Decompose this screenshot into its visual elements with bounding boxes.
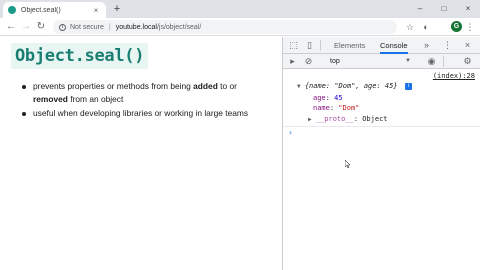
divider xyxy=(443,56,444,67)
maximize-button[interactable]: □ xyxy=(432,0,456,18)
tab-close-icon[interactable]: × xyxy=(91,6,101,15)
proto-key: __proto__ xyxy=(315,115,354,123)
prop-key: name xyxy=(313,104,330,112)
source-link[interactable]: (index):28 xyxy=(433,72,475,80)
context-select[interactable]: top ▼ xyxy=(327,56,413,67)
bullet-text: prevents properties or methods from bein… xyxy=(33,81,194,91)
tab-title: Object.seal() xyxy=(21,6,61,14)
proto-row[interactable]: ▶ __proto__: Object xyxy=(308,115,388,124)
menu-kebab-icon[interactable]: ⋮ xyxy=(463,20,477,34)
divider xyxy=(320,40,321,51)
url-host: youtube.local xyxy=(115,23,157,31)
devtools-tab-bar: ⬚ ▯ Elements Console » ⋮ × xyxy=(283,37,480,54)
collapsed-triangle-icon[interactable]: ▶ xyxy=(308,116,312,123)
object-summary: {name: "Dom", age: 45} xyxy=(304,82,398,90)
devtools-menu-icon[interactable]: ⋮ xyxy=(441,39,454,52)
tab-elements[interactable]: Elements xyxy=(334,37,365,54)
chevron-down-icon: ▼ xyxy=(405,58,411,64)
console-toolbar: ▸ ⊘ top ▼ ◉ ⚙ xyxy=(283,54,480,69)
prop-row-name: name: "Dom" xyxy=(313,104,359,113)
new-tab-button[interactable]: + xyxy=(111,3,123,15)
more-tabs-icon[interactable]: » xyxy=(424,37,429,54)
window-close-button[interactable]: × xyxy=(456,0,480,18)
proto-value: Object xyxy=(362,115,388,123)
bookmark-star-icon[interactable]: ☆ xyxy=(403,20,417,34)
sidebar-toggle-icon[interactable]: ▸ xyxy=(286,55,299,68)
extension-icon[interactable]: ◐ xyxy=(419,20,433,34)
live-expression-eye-icon[interactable]: ◉ xyxy=(425,55,438,68)
profile-avatar[interactable]: G xyxy=(451,21,462,32)
back-button[interactable]: ← xyxy=(4,20,18,34)
tab-console[interactable]: Console xyxy=(380,37,408,54)
colon: : xyxy=(353,115,363,123)
prop-row-age: age: 45 xyxy=(313,94,343,103)
url-separator: | xyxy=(108,23,111,31)
devtools-panel: ⬚ ▯ Elements Console » ⋮ × ▸ ⊘ top ▼ ◉ ⚙… xyxy=(282,37,480,270)
context-value: top xyxy=(330,58,340,65)
inspect-element-icon[interactable]: ⬚ xyxy=(287,39,300,52)
window-controls: – □ × xyxy=(408,0,480,18)
page-title: Object.seal() xyxy=(15,46,145,66)
bullet-item-1: prevents properties or methods from bein… xyxy=(22,80,280,106)
devtools-close-icon[interactable]: × xyxy=(461,39,474,52)
info-badge-icon: i xyxy=(404,82,412,90)
forward-button[interactable]: → xyxy=(19,20,33,34)
reload-button[interactable]: ↻ xyxy=(34,20,48,34)
bullet-text: to or xyxy=(217,81,237,91)
expanded-triangle-icon[interactable]: ▼ xyxy=(297,83,301,90)
device-toolbar-icon[interactable]: ▯ xyxy=(303,39,316,52)
info-icon[interactable]: i xyxy=(59,23,66,31)
tab-strip: Object.seal() × + – □ × xyxy=(0,0,480,18)
bullet-list: prevents properties or methods from bein… xyxy=(22,80,280,120)
title-highlight: Object.seal() xyxy=(11,43,149,69)
bullet-text: from an object xyxy=(67,94,124,104)
prop-value: 45 xyxy=(334,94,343,102)
address-bar[interactable]: i Not secure | youtube.local/js/object/s… xyxy=(53,20,397,34)
console-divider xyxy=(283,126,480,127)
browser-tab[interactable]: Object.seal() × xyxy=(3,2,106,18)
browser-toolbar: ← → ↻ i Not secure | youtube.local/js/ob… xyxy=(0,18,480,36)
minimize-button[interactable]: – xyxy=(408,0,432,18)
prop-value: "Dom" xyxy=(338,104,360,112)
bullet-item-2: useful when developing libraries or work… xyxy=(22,107,280,120)
bullet-bold-added: added xyxy=(193,81,218,91)
object-summary-row[interactable]: ▼ {name: "Dom", age: 45} i xyxy=(297,82,412,91)
page-content: Object.seal() prevents properties or met… xyxy=(0,37,282,270)
settings-gear-icon[interactable]: ⚙ xyxy=(461,55,474,68)
bullet-text: useful when developing libraries or work… xyxy=(33,108,249,118)
url-path: /js/object/seal/ xyxy=(156,23,202,31)
console-prompt[interactable]: › xyxy=(288,128,293,137)
not-secure-label: Not secure xyxy=(70,23,104,31)
clear-console-icon[interactable]: ⊘ xyxy=(302,55,315,68)
favicon-icon xyxy=(8,6,16,14)
prop-key: age xyxy=(313,94,326,102)
mouse-cursor-icon xyxy=(345,160,350,168)
bullet-bold-removed: removed xyxy=(33,94,68,104)
colon: : xyxy=(325,94,335,102)
